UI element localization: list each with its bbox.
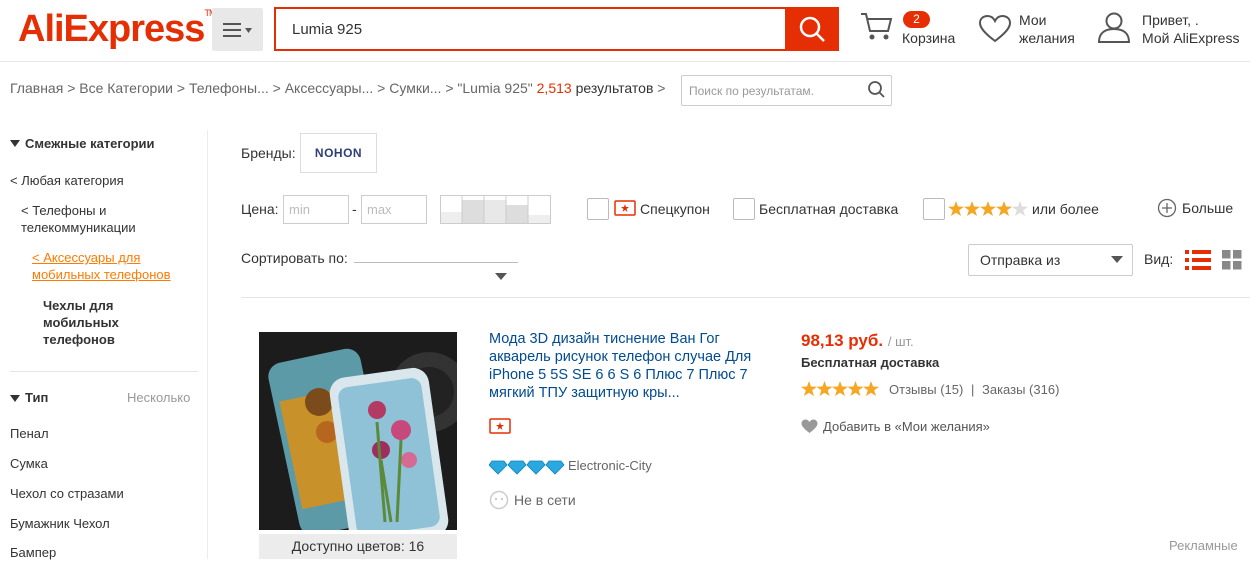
breadcrumb-separator: > (657, 80, 666, 96)
store-link[interactable]: Electronic-City (568, 458, 652, 473)
breadcrumb-separator: > (67, 80, 76, 96)
breadcrumb-separator: > (445, 80, 454, 96)
price-value: 98,13 руб. (801, 331, 884, 350)
result-count: 2,513 (536, 80, 572, 96)
free-shipping-note: Бесплатная доставка (801, 355, 940, 370)
product-image[interactable] (259, 332, 457, 530)
plus-circle-icon[interactable] (1157, 198, 1177, 218)
wishlist-label-line2[interactable]: желания (1019, 29, 1075, 47)
cart-icon[interactable] (860, 11, 894, 43)
phone-cases-photo (259, 332, 457, 530)
breadcrumb-separator: > (176, 80, 186, 96)
sidebar-divider (10, 371, 198, 372)
view-label: Вид: (1144, 251, 1174, 267)
more-filters-link[interactable]: Больше (1182, 200, 1233, 216)
refine-search-input[interactable]: Поиск по результатам. (681, 75, 892, 106)
product-rating-stars (801, 381, 879, 396)
breadcrumb-item-bags[interactable]: Сумки... (389, 80, 441, 96)
product-title-link[interactable]: Мода 3D дизайн тиснение Ван Гог акварель… (489, 330, 779, 402)
triangle-down-icon (10, 395, 20, 402)
header: AliExpressTM Lumia 925 2 Корзина Мои жел… (0, 0, 1250, 62)
price-dash: - (352, 201, 357, 217)
type-item-bag[interactable]: Сумка (10, 456, 48, 472)
price-unit: / шт. (887, 334, 914, 349)
coupon-icon (489, 418, 511, 434)
cart-count-badge: 2 (903, 11, 930, 28)
list-view-icon[interactable] (1185, 249, 1211, 270)
sort-label: Сортировать по: (241, 250, 348, 266)
price-label: Цена: (241, 201, 279, 217)
any-category-link[interactable]: < Любая категория (10, 173, 124, 189)
search-input[interactable]: Lumia 925 (274, 7, 785, 51)
brand-nohon-button[interactable]: NOHON (300, 133, 377, 173)
coupon-checkbox[interactable] (587, 198, 609, 220)
coupon-label[interactable]: Спецкупон (640, 201, 710, 217)
seller-status: Не в сети (514, 492, 576, 508)
breadcrumb-item-all[interactable]: Все Категории (79, 80, 173, 96)
cases-category-line2: мобильных (43, 315, 119, 330)
search-icon[interactable] (867, 80, 887, 100)
search-icon (799, 16, 825, 42)
accessories-category-link-line2[interactable]: мобильных телефонов (32, 267, 171, 283)
chevron-down-icon[interactable] (1111, 256, 1123, 264)
breadcrumb-separator: > (272, 80, 281, 96)
product-price: 98,13 руб. / шт. (801, 331, 914, 351)
sort-select[interactable] (354, 262, 518, 263)
product-stats: Отзывы (15) | Заказы (316) (889, 382, 1059, 397)
menu-icon (223, 23, 252, 37)
phones-category-link-line2[interactable]: телекоммуникации (21, 220, 136, 236)
add-to-wishlist-link[interactable]: Добавить в «Мои желания» (823, 419, 990, 434)
price-min-input[interactable]: min (283, 195, 349, 224)
chevron-down-icon[interactable] (495, 273, 507, 281)
stats-divider: | (970, 382, 975, 397)
free-shipping-label[interactable]: Бесплатная доставка (759, 201, 898, 217)
reviews-link[interactable]: Отзывы (15) (889, 382, 963, 397)
type-filter-title: Тип (25, 390, 49, 405)
rating-filter-label[interactable]: или более (1032, 201, 1099, 217)
brands-label: Бренды: (241, 145, 296, 161)
coupon-icon (614, 200, 636, 216)
orders-link[interactable]: Заказы (316) (982, 382, 1059, 397)
type-item-wallet-case[interactable]: Бумажник Чехол (10, 516, 110, 532)
type-item-pencil-case[interactable]: Пенал (10, 426, 49, 442)
sidebar-border (207, 130, 208, 559)
account-link[interactable]: Мой AliExpress (1142, 29, 1239, 47)
breadcrumb-item-home[interactable]: Главная (10, 80, 63, 96)
cases-category-line3: телефонов (43, 332, 115, 347)
search-button[interactable] (785, 7, 839, 51)
breadcrumb: Главная > Все Категории > Телефоны... > … (10, 80, 665, 96)
sponsored-label: Рекламные (1169, 538, 1238, 553)
phones-category-link-line1[interactable]: < Телефоны и (21, 203, 106, 219)
heart-icon[interactable] (801, 419, 818, 434)
free-shipping-checkbox[interactable] (733, 198, 755, 220)
aliexpress-logo[interactable]: AliExpressTM (18, 8, 216, 51)
offline-chat-icon (489, 490, 509, 510)
price-max-input[interactable]: max (361, 195, 427, 224)
toolbar-divider (241, 297, 1250, 298)
type-multi-select-link[interactable]: Несколько (127, 390, 190, 405)
breadcrumb-separator: > (377, 80, 386, 96)
cases-category-line1: Чехлы для (43, 298, 114, 313)
heart-icon[interactable] (978, 14, 1012, 44)
breadcrumb-item-phones[interactable]: Телефоны... (189, 80, 269, 96)
results-label: результатов (575, 80, 654, 96)
related-categories-title: Смежные категории (25, 136, 155, 151)
breadcrumb-item-accessories[interactable]: Аксессуары... (285, 80, 374, 96)
wishlist-label-line1[interactable]: Мои (1019, 11, 1046, 29)
accessories-category-link-line1[interactable]: < Аксессуары для (32, 250, 140, 266)
breadcrumb-query: "Lumia 925" (457, 80, 533, 96)
categories-menu-button[interactable] (212, 8, 263, 51)
triangle-down-icon (10, 140, 20, 147)
grid-view-icon[interactable] (1222, 250, 1242, 270)
price-histogram[interactable] (440, 195, 551, 224)
account-greeting[interactable]: Привет, . (1142, 11, 1199, 29)
rating-filter-checkbox[interactable] (923, 198, 945, 220)
cart-label[interactable]: Корзина (902, 29, 955, 47)
seller-diamond-rating-icon (489, 460, 565, 475)
type-item-rhinestone-case[interactable]: Чехол со стразами (10, 486, 124, 502)
ship-from-select[interactable]: Отправка из (968, 244, 1133, 276)
user-icon[interactable] (1097, 10, 1131, 44)
rating-filter-stars[interactable] (948, 201, 1030, 217)
colors-available-label: Доступно цветов: 16 (259, 534, 457, 559)
